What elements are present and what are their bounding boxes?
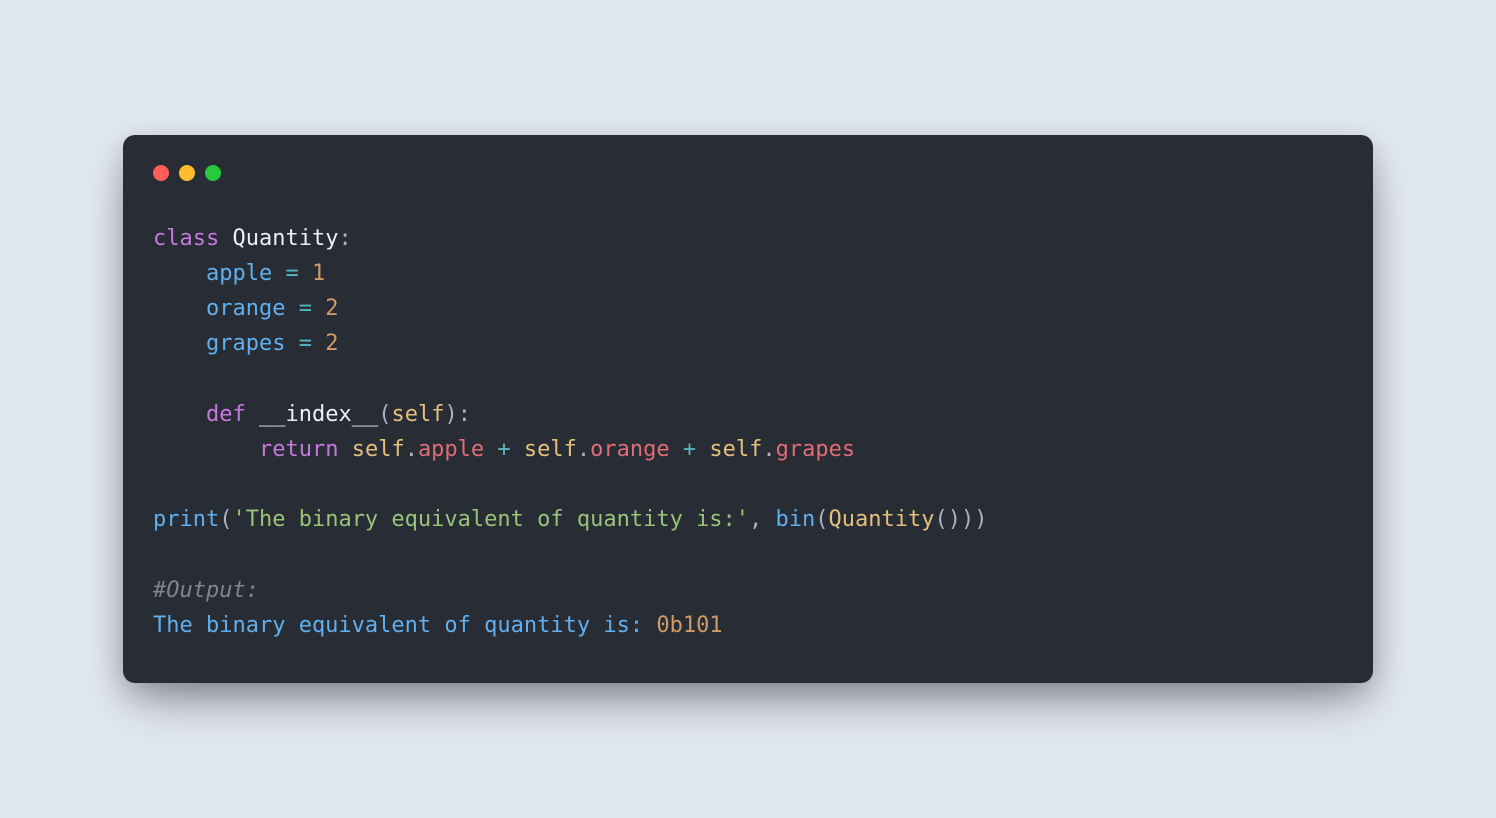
comma: , (749, 507, 762, 532)
paren-close: ) (948, 507, 961, 532)
minimize-icon[interactable] (179, 165, 195, 181)
self-ref: self (524, 437, 577, 462)
paren-open: ( (378, 402, 391, 427)
window-controls (153, 165, 1343, 181)
close-icon[interactable] (153, 165, 169, 181)
paren-close: ) (444, 402, 457, 427)
code-content: class Quantity: apple = 1 orange = 2 gra… (153, 221, 1343, 643)
builtin-print: print (153, 507, 219, 532)
number-literal: 1 (312, 261, 325, 286)
keyword-class: class (153, 226, 219, 251)
keyword-return: return (259, 437, 338, 462)
variable-grapes: grapes (206, 331, 285, 356)
output-value: 0b101 (656, 613, 722, 638)
output-text: The binary equivalent of quantity is: (153, 613, 643, 638)
number-literal: 2 (325, 296, 338, 321)
code-window: class Quantity: apple = 1 orange = 2 gra… (123, 135, 1373, 683)
operator-plus: + (683, 437, 696, 462)
operator-equals: = (285, 261, 298, 286)
operator-equals: = (299, 296, 312, 321)
class-name: Quantity (232, 226, 338, 251)
maximize-icon[interactable] (205, 165, 221, 181)
dot: . (762, 437, 775, 462)
self-ref: self (352, 437, 405, 462)
dot: . (405, 437, 418, 462)
comment-output: #Output: (153, 578, 259, 603)
dot: . (577, 437, 590, 462)
class-call: Quantity (829, 507, 935, 532)
paren-open: ( (219, 507, 232, 532)
colon: : (338, 226, 351, 251)
method-name: __index__ (259, 402, 378, 427)
string-literal: 'The binary equivalent of quantity is:' (232, 507, 749, 532)
attr-grapes: grapes (776, 437, 855, 462)
variable-orange: orange (206, 296, 285, 321)
operator-equals: = (299, 331, 312, 356)
colon: : (458, 402, 471, 427)
operator-plus: + (497, 437, 510, 462)
paren-open: ( (935, 507, 948, 532)
number-literal: 2 (325, 331, 338, 356)
paren-close: ) (974, 507, 987, 532)
builtin-bin: bin (776, 507, 816, 532)
attr-orange: orange (590, 437, 669, 462)
paren-close: ) (961, 507, 974, 532)
variable-apple: apple (206, 261, 272, 286)
keyword-def: def (206, 402, 246, 427)
self-ref: self (709, 437, 762, 462)
attr-apple: apple (418, 437, 484, 462)
paren-open: ( (815, 507, 828, 532)
param-self: self (391, 402, 444, 427)
